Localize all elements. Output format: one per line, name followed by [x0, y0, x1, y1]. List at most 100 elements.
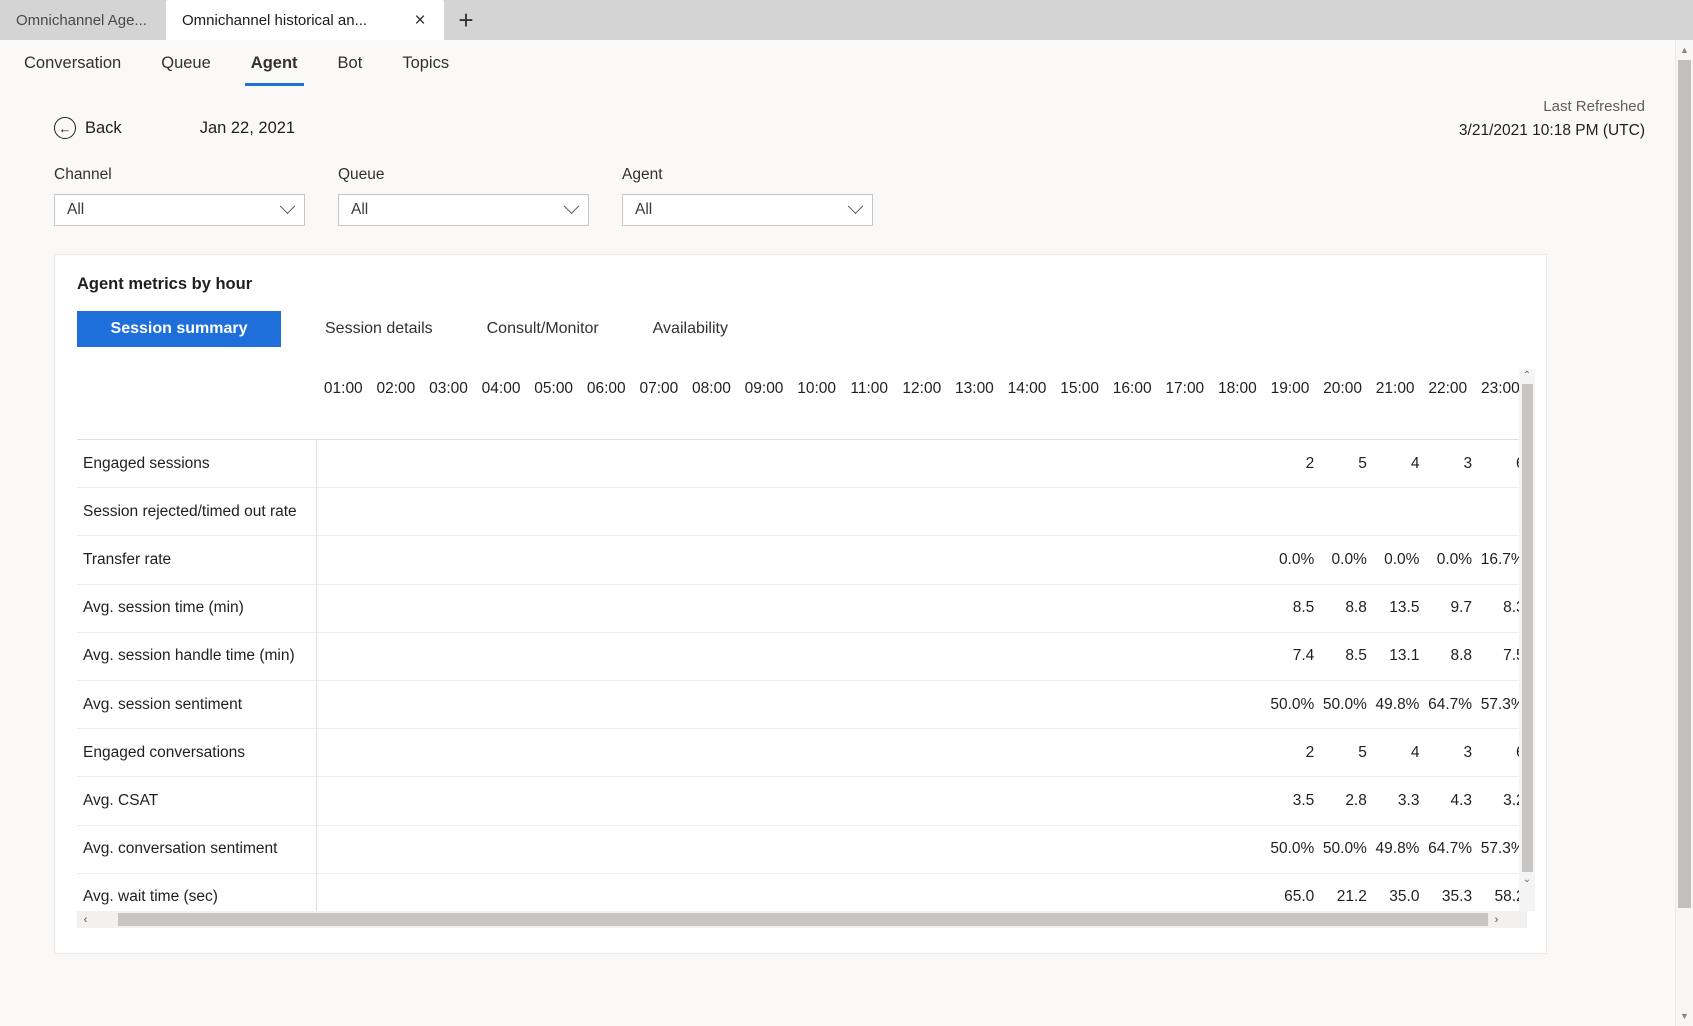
app-page: Conversation Queue Agent Bot Topics Last… [0, 40, 1693, 1026]
matrix-row-label: Avg. CSAT [77, 776, 317, 825]
table-row: Avg. CSAT 3.5 2.8 3.3 4.3 3.2 [77, 776, 1527, 825]
matrix-cell: 3 [1463, 454, 1473, 472]
card-title: Agent metrics by hour [77, 275, 253, 293]
last-refreshed: Last Refreshed 3/21/2021 10:18 PM (UTC) [1459, 96, 1645, 142]
nav-item-conversation[interactable]: Conversation [22, 42, 123, 86]
table-row: Avg. session handle time (min) 7.4 8.5 13.1… [77, 631, 1527, 681]
tab-consult-monitor[interactable]: Consult/Monitor [477, 311, 609, 347]
matrix-cell: 3.3 [1397, 791, 1420, 809]
matrix-cell: 5 [1358, 454, 1367, 472]
scroll-left-icon[interactable]: ‹ [77, 914, 94, 926]
chevron-down-icon [279, 197, 296, 214]
matrix-cell: 0.0% [1278, 550, 1315, 568]
matrix-cell: 4 [1410, 454, 1420, 472]
matrix-row-label: Avg. session handle time (min) [77, 632, 317, 681]
matrix-row-label: Avg. conversation sentiment [77, 825, 317, 874]
matrix-column-header: 05:00 [534, 380, 574, 397]
matrix-column-header: 02:00 [376, 380, 416, 397]
page-scrollbar[interactable]: ▲ ▼ [1675, 40, 1693, 1026]
filter-agent-select[interactable]: All [622, 194, 873, 226]
agent-metrics-card: Agent metrics by hour Session summary Se… [54, 254, 1547, 954]
last-refreshed-value: 3/21/2021 10:18 PM (UTC) [1458, 121, 1645, 139]
matrix-column-header: 08:00 [692, 380, 731, 397]
nav-item-bot[interactable]: Bot [336, 42, 365, 86]
table-row: Avg. session time (min) 8.5 8.8 13.5 9.7 8.3 [77, 583, 1527, 633]
table-row: Session rejected/timed out rate [77, 487, 1527, 536]
back-row: ← Back Jan 22, 2021 [0, 88, 1693, 144]
matrix-column-header: 17:00 [1165, 380, 1205, 397]
filter-channel-select[interactable]: All [54, 194, 305, 226]
matrix-column-header: 21:00 [1375, 380, 1415, 397]
nav-item-agent[interactable]: Agent [244, 42, 304, 86]
matrix-column-header: 14:00 [1007, 380, 1047, 397]
matrix-cell: 0.0% [1331, 550, 1367, 568]
matrix-vertical-scrollbar[interactable]: ⌃ ⌄ [1519, 369, 1535, 911]
matrix-cell: 13.1 [1389, 647, 1420, 665]
matrix-column-header: 16:00 [1112, 380, 1152, 397]
new-tab-icon[interactable]: + [444, 0, 488, 40]
matrix-cell: 35.3 [1441, 888, 1473, 906]
table-row: Transfer rate 0.0% 0.0% 0.0% 0.0% 16.7% [77, 535, 1527, 585]
tab-session-details[interactable]: Session details [315, 311, 443, 347]
matrix-hscroll-thumb[interactable] [118, 913, 1488, 926]
matrix-column-header: 01:00 [323, 380, 363, 397]
matrix-column-header: 12:00 [902, 380, 942, 397]
matrix-cell: 9.7 [1450, 599, 1473, 617]
filter-channel: Channel All [54, 166, 305, 226]
matrix-cell: 3.5 [1292, 791, 1315, 809]
filter-queue-select[interactable]: All [338, 194, 589, 226]
matrix-cell: 50.0% [1270, 695, 1315, 713]
matrix-column-header: 11:00 [850, 380, 889, 397]
matrix-row-label: Engaged sessions [77, 439, 317, 488]
matrix-cell: 65.0 [1284, 888, 1315, 906]
page-scroll-down-icon[interactable]: ▼ [1676, 1006, 1693, 1026]
matrix-horizontal-scrollbar[interactable]: ‹ › [77, 911, 1527, 928]
matrix-cell: 50.0% [1322, 695, 1367, 713]
matrix-cell: 0.0% [1436, 550, 1473, 568]
matrix-column-header: 07:00 [639, 380, 679, 397]
matrix-cell: 8.8 [1345, 599, 1367, 617]
tab-session-summary[interactable]: Session summary [77, 311, 281, 347]
matrix-cell: 64.7% [1428, 695, 1473, 713]
table-row: Engaged sessions25436 [77, 439, 1527, 488]
matrix-cell: 4.3 [1450, 791, 1473, 809]
filter-channel-label: Channel [54, 166, 112, 183]
matrix-column-header: 19:00 [1270, 380, 1310, 397]
scroll-right-icon[interactable]: › [1488, 914, 1505, 926]
matrix-body: Engaged sessions25436Session rejected/ti… [77, 439, 1527, 922]
matrix-cell: 8.8 [1450, 647, 1473, 665]
scroll-down-icon[interactable]: ⌄ [1523, 873, 1531, 887]
matrix-row-label: Avg. session sentiment [77, 680, 317, 729]
browser-tab-strip: Omnichannel Age... Omnichannel historica… [0, 0, 1693, 40]
close-icon[interactable]: × [410, 11, 430, 30]
browser-tab-inactive[interactable]: Omnichannel Age... [0, 0, 166, 40]
filter-agent-label: Agent [622, 166, 663, 183]
matrix-cell: 5 [1358, 743, 1367, 761]
matrix-cell: 3 [1463, 743, 1473, 761]
matrix-column-header: 09:00 [744, 380, 784, 397]
matrix-cell: 2.8 [1345, 791, 1367, 809]
chevron-down-icon [847, 197, 864, 214]
browser-tab-active[interactable]: Omnichannel historical an... × [166, 0, 444, 40]
nav-item-queue[interactable]: Queue [159, 42, 213, 86]
scroll-up-icon[interactable]: ⌃ [1523, 369, 1531, 383]
metrics-matrix: 01:00 02:00 03:00 04:00 05:00 06:00 07:00 08:00… [77, 361, 1535, 922]
page-scroll-up-icon[interactable]: ▲ [1676, 40, 1693, 60]
matrix-cell: 2 [1305, 743, 1315, 761]
matrix-cell: 8.5 [1292, 599, 1315, 617]
top-nav: Conversation Queue Agent Bot Topics [0, 40, 1693, 88]
table-row: Avg. session sentiment 50.0% 50.0% 49.8% 64.… [77, 679, 1527, 729]
metric-tabs: Session summary Session details Consult/… [55, 294, 1546, 347]
chevron-down-icon [563, 197, 580, 214]
matrix-vscroll-thumb[interactable] [1521, 384, 1533, 872]
matrix-row-label: Session rejected/timed out rate [77, 487, 317, 536]
table-row: Avg. conversation sentiment 50.0% 50.0% 49.… [77, 824, 1527, 874]
matrix-column-header: 18:00 [1217, 380, 1257, 397]
tab-availability[interactable]: Availability [643, 311, 738, 347]
matrix-cell: 50.0% [1270, 840, 1315, 858]
matrix-column-header: 22:00 [1428, 380, 1468, 397]
page-scroll-thumb[interactable] [1678, 60, 1691, 908]
back-button[interactable]: ← Back [54, 117, 122, 139]
nav-item-topics[interactable]: Topics [400, 42, 451, 86]
matrix-column-header: 03:00 [429, 380, 468, 397]
